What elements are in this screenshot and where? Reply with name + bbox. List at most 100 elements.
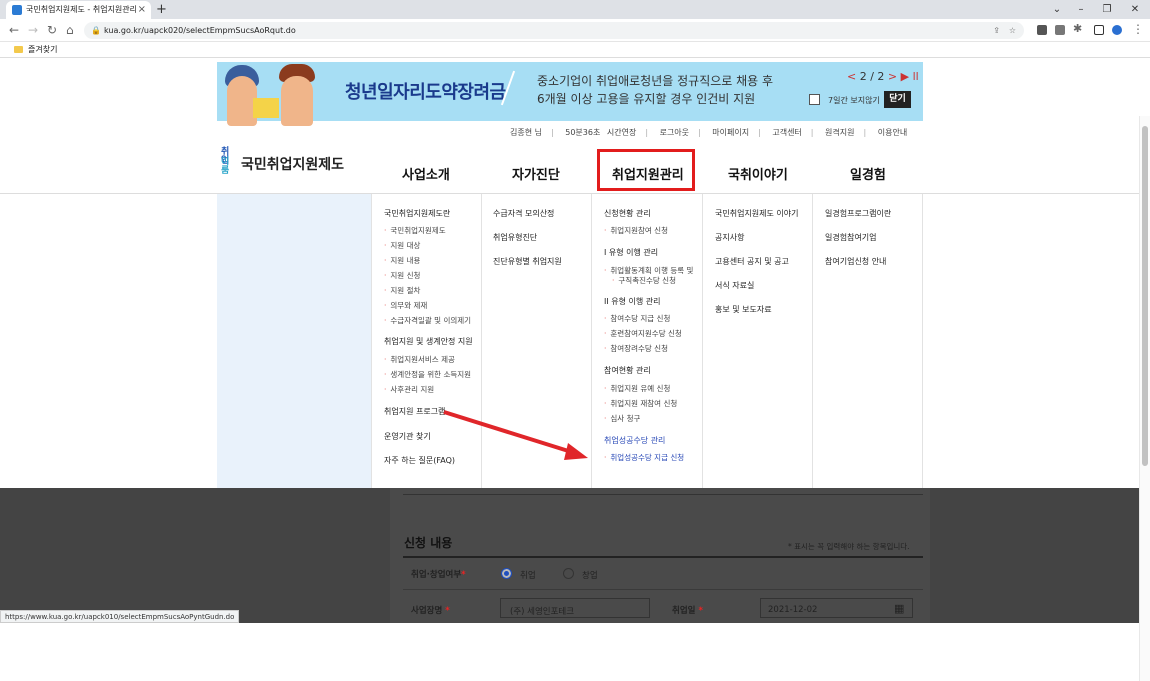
- logout-link[interactable]: 로그아웃: [660, 127, 689, 138]
- gnb-work-experience[interactable]: 일경험: [850, 164, 886, 183]
- menu-status[interactable]: 신청현황 관리: [604, 208, 651, 219]
- extend-time-link[interactable]: 시간연장: [607, 127, 636, 138]
- submenu-item[interactable]: 지원 신청: [384, 270, 420, 281]
- section-title: 신청 내용: [404, 536, 453, 550]
- hide-7days-checkbox[interactable]: [809, 94, 820, 105]
- tab-search-icon[interactable]: ⌄: [1044, 0, 1070, 19]
- mypage-link[interactable]: 마이페이지: [712, 127, 749, 138]
- new-tab-button[interactable]: +: [156, 0, 167, 19]
- next-icon[interactable]: >: [888, 70, 897, 83]
- sidepanel-icon[interactable]: [1094, 25, 1104, 35]
- promo-banner[interactable]: 청년일자리도약장려금 중소기업이 취업애로청년을 정규직으로 채용 후 6개월 …: [217, 62, 923, 126]
- scrollbar[interactable]: [1139, 116, 1150, 681]
- extension-2-icon[interactable]: [1055, 25, 1065, 35]
- logo-small-bottom: 이룸: [221, 157, 230, 176]
- url-field[interactable]: 🔒 kua.go.kr/uapck020/selectEmpmSucsAoRqu…: [84, 22, 1024, 39]
- menu-qualification-sim[interactable]: 수급자격 모의산정: [493, 208, 554, 219]
- prev-icon[interactable]: <: [847, 70, 856, 83]
- close-window-icon[interactable]: ✕: [1122, 0, 1148, 19]
- submenu-item[interactable]: 지원 내용: [384, 255, 420, 266]
- required-note: * 표시는 꼭 입력해야 하는 항목입니다.: [788, 542, 910, 551]
- menu-work-exp-about[interactable]: 일경험프로그램이란: [825, 208, 891, 219]
- menu-work-exp-companies[interactable]: 일경험참여기업: [825, 232, 877, 243]
- menu-type2[interactable]: II 유형 이행 관리: [604, 296, 661, 307]
- radio-employ-label[interactable]: 취업: [520, 569, 536, 581]
- banner-desc-line2: 6개월 이상 고용을 유지할 경우 인건비 지원: [537, 92, 756, 106]
- home-icon[interactable]: ⌂: [66, 23, 74, 37]
- calendar-icon[interactable]: ▦: [894, 602, 904, 615]
- menu-find-agency[interactable]: 운영기관 찾기: [384, 431, 431, 442]
- menu-forms[interactable]: 서식 자료실: [715, 280, 754, 291]
- submenu-item[interactable]: 생계안정을 위한 소득지원: [384, 369, 471, 380]
- address-bar-row: ← → ↻ ⌂ 🔒 kua.go.kr/uapck020/selectEmpmS…: [0, 19, 1150, 42]
- share-icon[interactable]: ⇪: [993, 22, 1000, 39]
- submenu-item[interactable]: 국민취업지원제도: [384, 225, 445, 236]
- menu-company-apply[interactable]: 참여기업신청 안내: [825, 256, 886, 267]
- submenu-item[interactable]: 취업지원 재참여 신청: [604, 398, 677, 409]
- submenu-item[interactable]: 의무와 제재: [384, 300, 427, 311]
- favicon-icon: [12, 5, 22, 15]
- url-text: kua.go.kr/uapck020/selectEmpmSucsAoRqut.…: [104, 26, 296, 35]
- play-pause-icon[interactable]: ▶ ll: [901, 70, 919, 83]
- menu-success-allowance[interactable]: 취업성공수당 관리: [604, 435, 665, 446]
- gnb-business-intro[interactable]: 사업소개: [402, 164, 450, 183]
- back-icon[interactable]: ←: [9, 23, 19, 37]
- submenu-item[interactable]: 사후관리 지원: [384, 384, 434, 395]
- submenu-success-allowance-apply[interactable]: 취업성공수당 지급 신청: [604, 452, 684, 463]
- minimize-icon[interactable]: –: [1068, 0, 1094, 19]
- submenu-item[interactable]: 참여수당 지급 신청: [604, 313, 670, 324]
- extensions-puzzle-icon[interactable]: ✱: [1073, 22, 1082, 36]
- star-icon[interactable]: ☆: [1009, 22, 1016, 39]
- remote-support-link[interactable]: 원격지원: [825, 127, 854, 138]
- submenu-item[interactable]: 수급자격일괄 및 이의제기: [384, 315, 471, 326]
- customer-center-link[interactable]: 고객센터: [772, 127, 801, 138]
- profile-icon[interactable]: [1112, 25, 1122, 35]
- forward-icon[interactable]: →: [28, 23, 38, 37]
- menu-type-diagnosis[interactable]: 취업유형진단: [493, 232, 537, 243]
- submenu-item[interactable]: 지원 대상: [384, 240, 420, 251]
- menu-type-support[interactable]: 진단유형별 취업지원: [493, 256, 562, 267]
- character-right-icon: [281, 76, 313, 126]
- menu-stories[interactable]: 국민취업지원제도 이야기: [715, 208, 799, 219]
- close-tab-icon[interactable]: ×: [138, 1, 146, 19]
- menu-type1[interactable]: I 유형 이행 관리: [604, 247, 658, 258]
- lock-icon[interactable]: 🔒: [91, 22, 101, 39]
- submenu-item[interactable]: 훈련참여지원수당 신청: [604, 328, 681, 339]
- employ-date-label: 취업일 *: [672, 606, 703, 616]
- radio-startup[interactable]: [563, 568, 574, 579]
- reload-icon[interactable]: ↻: [47, 23, 57, 37]
- scrollbar-thumb[interactable]: [1142, 126, 1148, 466]
- menu-icon[interactable]: ⋮: [1132, 22, 1144, 36]
- row-rule: [403, 589, 923, 590]
- submenu-item-cont[interactable]: 구직촉진수당 신청: [612, 275, 676, 286]
- hide-7days-label[interactable]: 7일간 보지않기: [828, 95, 880, 106]
- company-label: 사업장명 *: [411, 606, 450, 616]
- submenu-item[interactable]: 취업지원서비스 제공: [384, 354, 454, 365]
- extension-1-icon[interactable]: [1037, 25, 1047, 35]
- banner-close-button[interactable]: 닫기: [884, 91, 911, 108]
- radio-employ[interactable]: [501, 568, 512, 579]
- browser-tab[interactable]: 국민취업지원제도 - 취업지원관리 ×: [6, 1, 151, 19]
- section-rule: [403, 556, 923, 558]
- bookmark-folder[interactable]: 즐겨찾기: [28, 42, 57, 57]
- menu-notice[interactable]: 공지사항: [715, 232, 744, 243]
- submenu-item[interactable]: 취업지원참여 신청: [604, 225, 668, 236]
- submenu-item[interactable]: 취업지원 유예 신청: [604, 383, 670, 394]
- radio-startup-label[interactable]: 창업: [582, 569, 598, 581]
- guide-link[interactable]: 이용안내: [878, 127, 907, 138]
- menu-press[interactable]: 홍보 및 보도자료: [715, 304, 772, 315]
- pager-count: 2 / 2: [859, 70, 885, 83]
- submenu-item[interactable]: 참여장려수당 신청: [604, 343, 668, 354]
- menu-participation[interactable]: 참여현황 관리: [604, 365, 651, 376]
- menu-about[interactable]: 국민취업지원제도란: [384, 208, 450, 219]
- gnb-self-diagnosis[interactable]: 자가진단: [512, 164, 560, 183]
- submenu-item[interactable]: 심사 청구: [604, 413, 640, 424]
- menu-center-notice[interactable]: 고용센터 공지 및 공고: [715, 256, 789, 267]
- dropdown-col-3: 신청현황 관리 취업지원참여 신청 I 유형 이행 관리 취업활동계획 이행 등…: [591, 194, 702, 488]
- maximize-icon[interactable]: ❐: [1094, 0, 1120, 19]
- banner-pager: < 2 / 2 > ▶ ll: [847, 70, 919, 83]
- submenu-item[interactable]: 지원 절차: [384, 285, 420, 296]
- menu-program[interactable]: 취업지원 프로그램: [384, 406, 445, 417]
- menu-support[interactable]: 취업지원 및 생계안정 지원: [384, 336, 473, 347]
- gnb-stories[interactable]: 국취이야기: [728, 164, 788, 183]
